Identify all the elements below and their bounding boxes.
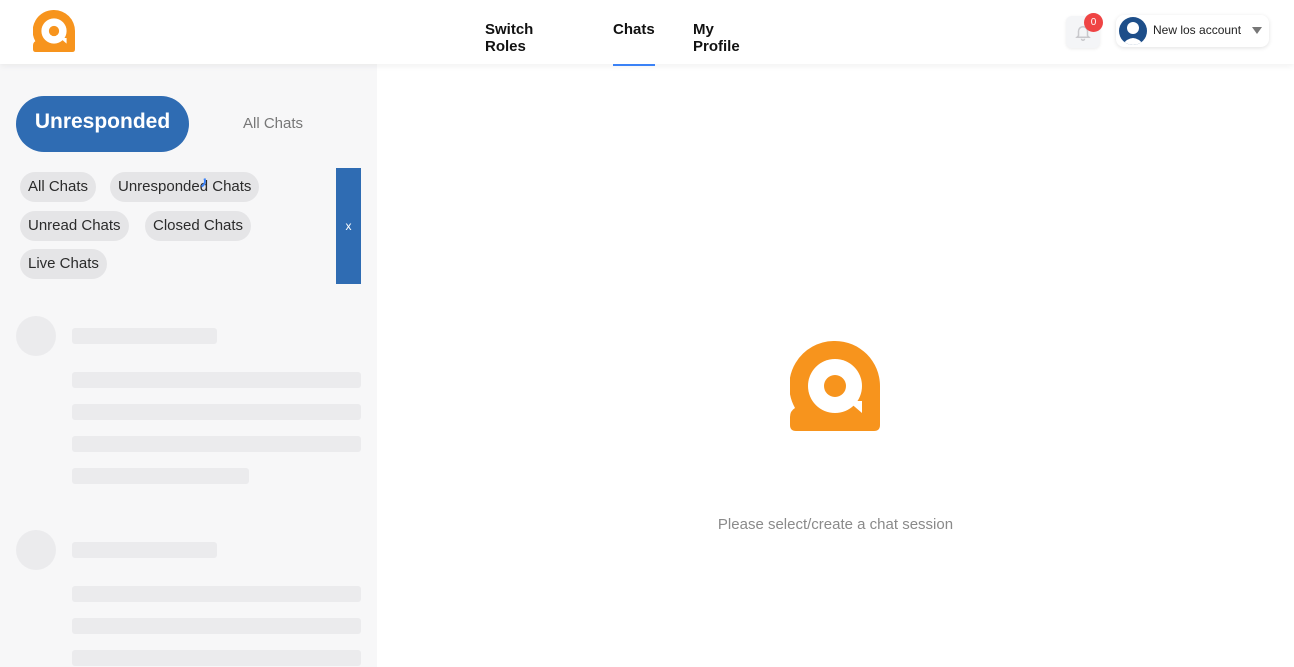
chevron-down-icon bbox=[1252, 27, 1262, 34]
filter-all-chats[interactable]: All Chats bbox=[20, 172, 97, 202]
skeleton-avatar bbox=[16, 530, 56, 570]
account-menu[interactable]: New los account bbox=[1116, 15, 1269, 47]
tab-unresponded[interactable]: Unresponded bbox=[16, 96, 189, 152]
account-name: New los account bbox=[1153, 23, 1242, 37]
skeleton-line bbox=[72, 586, 361, 602]
empty-state-message: Please select/create a chat session bbox=[717, 516, 954, 533]
nav-chats[interactable]: Chats bbox=[613, 21, 655, 66]
skeleton-line bbox=[72, 618, 361, 634]
filter-unread-chats[interactable]: Unread Chats bbox=[20, 211, 129, 241]
user-avatar-icon bbox=[1119, 17, 1147, 45]
nav-switch-roles[interactable]: Switch Roles bbox=[485, 21, 533, 55]
top-navigation-bar: Switch Roles Chats My Profile 0 New los … bbox=[0, 0, 1294, 66]
filter-live-chats[interactable]: Live Chats bbox=[20, 249, 107, 279]
skeleton-line bbox=[72, 328, 217, 344]
app-logo[interactable] bbox=[33, 10, 75, 52]
skeleton-line bbox=[72, 542, 217, 558]
filter-closed-chats[interactable]: Closed Chats bbox=[145, 211, 252, 241]
close-filter-panel-button[interactable]: x bbox=[336, 168, 361, 284]
tab-all-chats[interactable]: All Chats bbox=[243, 115, 303, 132]
skeleton-line bbox=[72, 468, 249, 484]
skeleton-line bbox=[72, 436, 361, 452]
nav-my-profile[interactable]: My Profile bbox=[693, 21, 740, 55]
skeleton-line bbox=[72, 372, 361, 388]
chat-bubble-logo-icon bbox=[790, 341, 880, 431]
notification-count-badge: 0 bbox=[1084, 13, 1103, 32]
skeleton-line bbox=[72, 650, 361, 666]
chat-list-sidebar: Unresponded All Chats All Chats Unrespon… bbox=[0, 64, 377, 667]
skeleton-line bbox=[72, 404, 361, 420]
filter-unresponded-chats[interactable]: Unresponded Chats bbox=[110, 172, 260, 202]
skeleton-avatar bbox=[16, 316, 56, 356]
